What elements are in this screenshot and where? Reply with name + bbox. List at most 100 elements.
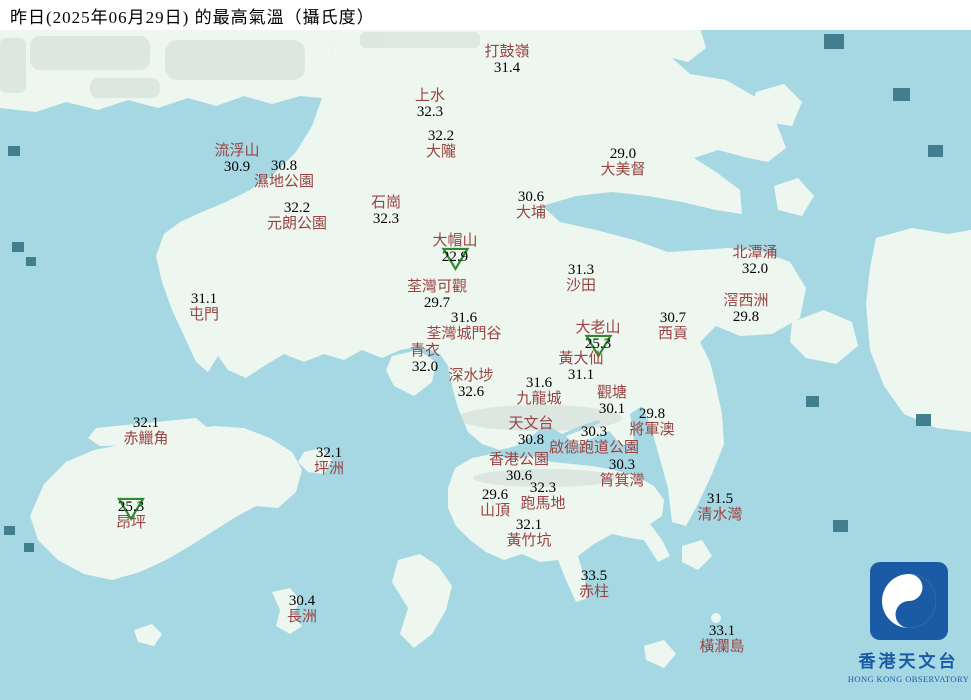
station-temp: 29.8 xyxy=(638,406,666,422)
weather-station: 昂坪 25.3 xyxy=(116,497,146,531)
station-temp-wrap: 32.0 xyxy=(742,261,768,277)
weather-station: 大帽山 22.9 xyxy=(432,233,478,271)
station-temp: 32.3 xyxy=(416,104,444,120)
station-temp-wrap: 25.3 xyxy=(584,334,612,358)
weather-station: 滘西洲 29.8 xyxy=(723,293,768,325)
station-temp-wrap: 32.1 xyxy=(133,415,159,431)
weather-station: 屯門 31.1 xyxy=(189,291,219,323)
station-temp-wrap: 31.5 xyxy=(707,491,733,507)
weather-station: 大隴 32.2 xyxy=(426,128,456,160)
weather-station: 青衣 32.0 xyxy=(410,343,440,375)
station-name: 濕地公園 xyxy=(253,174,315,190)
station-name: 筲箕灣 xyxy=(599,473,645,489)
station-name: 上水 xyxy=(414,88,446,104)
station-temp-wrap: 30.8 xyxy=(518,432,544,448)
station-temp-wrap: 29.0 xyxy=(610,146,636,162)
station-temp-wrap: 31.6 xyxy=(526,375,552,391)
weather-station: 大美督 29.0 xyxy=(600,146,645,178)
weather-station: 元朗公園 32.2 xyxy=(267,200,327,232)
weather-station: 荃灣城門谷 31.6 xyxy=(426,310,501,342)
station-temp: 22.9 xyxy=(441,249,469,265)
station-temp-wrap: 32.0 xyxy=(412,359,438,375)
station-name: 大隴 xyxy=(425,144,457,160)
station-temp: 30.7 xyxy=(659,310,687,326)
weather-station: 荃灣可觀 29.7 xyxy=(407,279,467,311)
station-name: 沙田 xyxy=(565,278,597,294)
station-temp-wrap: 30.9 xyxy=(224,159,250,175)
station-name: 將軍澳 xyxy=(629,422,675,438)
station-name: 觀塘 xyxy=(596,385,628,401)
station-temp: 30.8 xyxy=(270,158,298,174)
weather-station: 流浮山 30.9 xyxy=(214,143,259,175)
weather-station: 石崗 32.3 xyxy=(371,195,401,227)
station-name: 赤鱲角 xyxy=(123,431,169,447)
weather-station: 深水埗 32.6 xyxy=(448,368,493,400)
station-name: 天文台 xyxy=(508,416,554,432)
station-name: 滘西洲 xyxy=(723,293,769,309)
station-temp-wrap: 32.1 xyxy=(316,445,342,461)
station-temp: 30.3 xyxy=(580,424,608,440)
station-name: 啟德跑道公園 xyxy=(548,440,640,456)
station-temp-wrap: 31.3 xyxy=(568,262,594,278)
station-temp: 31.1 xyxy=(190,291,218,307)
station-temp: 30.1 xyxy=(598,401,626,417)
station-temp: 29.0 xyxy=(609,146,637,162)
station-temp-wrap: 29.8 xyxy=(733,309,759,325)
station-temp-wrap: 29.8 xyxy=(639,406,665,422)
station-name: 青衣 xyxy=(409,343,441,359)
weather-station: 西貢 30.7 xyxy=(658,310,688,342)
weather-station: 天文台 30.8 xyxy=(508,416,553,448)
station-name: 西貢 xyxy=(657,326,689,342)
station-temp: 33.5 xyxy=(580,568,608,584)
station-name: 荃灣城門谷 xyxy=(426,326,502,342)
station-temp-wrap: 32.3 xyxy=(530,480,556,496)
weather-station: 長洲 30.4 xyxy=(287,593,317,625)
station-temp-wrap: 30.1 xyxy=(599,401,625,417)
weather-station: 上水 32.3 xyxy=(415,88,445,120)
title-bar: 昨日(2025年06月29日) 的最高氣溫（攝氏度） xyxy=(0,0,971,30)
station-temp-wrap: 31.1 xyxy=(568,367,594,383)
station-temp-wrap: 30.3 xyxy=(581,424,607,440)
hko-logo-text-en: HONG KONG OBSERVATORY xyxy=(847,674,970,684)
station-temp: 32.6 xyxy=(457,384,485,400)
station-temp: 32.1 xyxy=(515,517,543,533)
station-name: 荃灣可觀 xyxy=(406,279,468,295)
station-temp: 30.9 xyxy=(223,159,251,175)
station-name: 橫瀾島 xyxy=(699,639,745,655)
station-temp: 30.3 xyxy=(608,457,636,473)
station-temp: 32.1 xyxy=(315,445,343,461)
station-name: 清水灣 xyxy=(697,507,743,523)
station-temp-wrap: 32.3 xyxy=(373,211,399,227)
station-temp: 31.4 xyxy=(493,60,521,76)
station-temp-wrap: 32.2 xyxy=(284,200,310,216)
station-name: 香港公園 xyxy=(488,452,550,468)
station-temp: 30.8 xyxy=(517,432,545,448)
station-temp: 33.1 xyxy=(708,623,736,639)
map-title: 昨日(2025年06月29日) 的最高氣溫（攝氏度） xyxy=(10,7,375,27)
weather-station: 山頂 29.6 xyxy=(480,487,510,519)
weather-station: 黃竹坑 32.1 xyxy=(506,517,551,549)
station-temp-wrap: 32.3 xyxy=(417,104,443,120)
station-temp: 32.1 xyxy=(132,415,160,431)
weather-station: 筲箕灣 30.3 xyxy=(599,457,644,489)
station-name: 坪洲 xyxy=(313,461,345,477)
station-name: 北潭涌 xyxy=(732,245,778,261)
hko-logo-text-zh: 香港天文台 xyxy=(858,652,959,671)
station-temp: 32.3 xyxy=(529,480,557,496)
station-temp-wrap: 31.1 xyxy=(191,291,217,307)
weather-station: 坪洲 32.1 xyxy=(314,445,344,477)
stations-layer: 打鼓嶺 31.4 上水 32.3 大隴 32.2 流浮山 30.9 濕地公園 3… xyxy=(0,0,971,700)
station-temp-wrap: 30.6 xyxy=(518,189,544,205)
station-name: 元朗公園 xyxy=(266,216,328,232)
station-name: 深水埗 xyxy=(448,368,494,384)
station-temp: 32.2 xyxy=(427,128,455,144)
station-temp: 31.1 xyxy=(567,367,595,383)
weather-station: 赤鱲角 32.1 xyxy=(123,415,168,447)
station-temp: 29.6 xyxy=(481,487,509,503)
station-temp: 29.7 xyxy=(423,295,451,311)
station-temp-wrap: 30.4 xyxy=(289,593,315,609)
weather-station: 觀塘 30.1 xyxy=(597,385,627,417)
station-temp: 25.3 xyxy=(584,336,612,352)
station-temp: 32.0 xyxy=(741,261,769,277)
station-temp: 32.2 xyxy=(283,200,311,216)
